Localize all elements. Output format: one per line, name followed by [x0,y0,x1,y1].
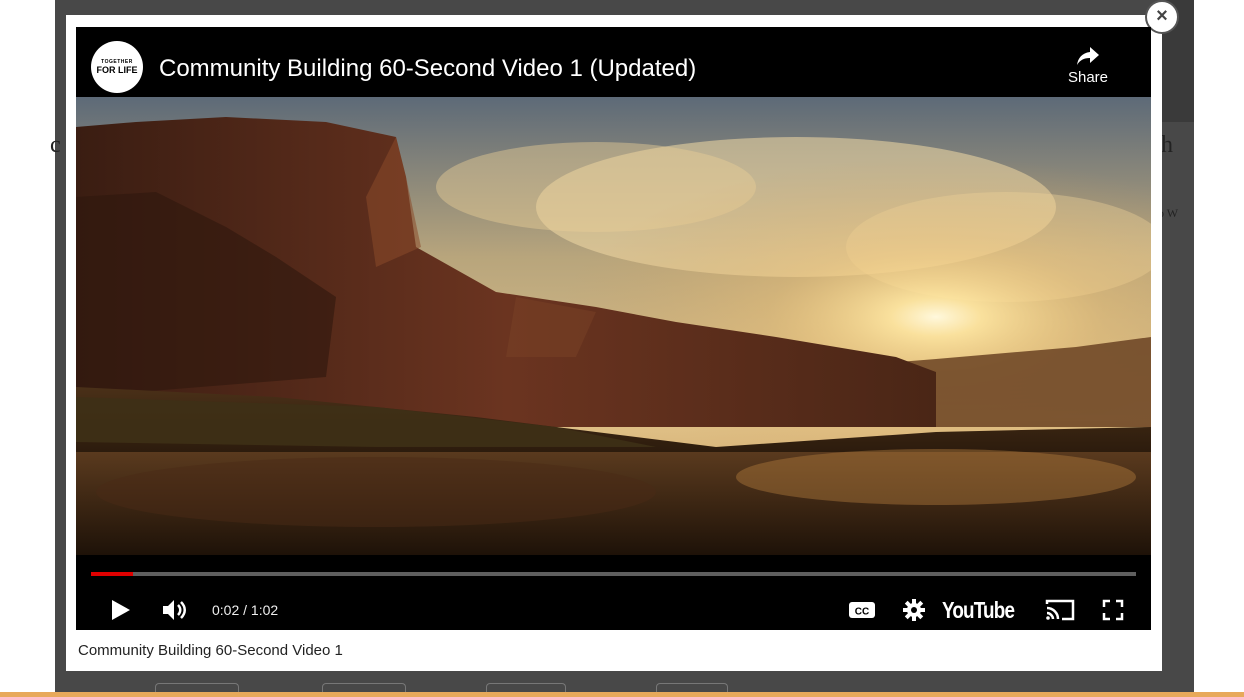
background-text-fragment: c [50,132,61,158]
channel-logo-line2: FOR LIFE [96,64,138,75]
fullscreen-icon [1102,599,1124,621]
play-button[interactable] [110,595,132,625]
share-button[interactable]: Share [1063,47,1113,86]
cast-icon [1045,599,1075,621]
youtube-logo-link[interactable]: YouTube [942,595,1015,625]
video-frame[interactable] [76,97,1151,555]
captions-button[interactable]: CC [848,595,876,625]
volume-icon [163,600,186,620]
channel-avatar[interactable]: TOGETHER FOR LIFE [91,41,143,93]
fullscreen-button[interactable] [1101,595,1125,625]
volume-button[interactable] [161,595,189,625]
player-title-bar: TOGETHER FOR LIFE Community Building 60-… [76,27,1151,97]
settings-button[interactable] [902,595,926,625]
background-text-fragment: h [1161,132,1173,158]
gear-icon [903,599,925,621]
closed-captions-icon: CC [849,602,875,618]
play-icon [112,600,130,620]
background-bottom-accent [0,692,1244,697]
share-arrow-icon [1077,47,1099,65]
progress-bar[interactable] [91,572,1136,576]
player-controls: 0:02 / 1:02 CC YouTube [76,555,1151,630]
video-scene-image [76,97,1151,555]
video-caption: Community Building 60-Second Video 1 [78,642,343,659]
video-title[interactable]: Community Building 60-Second Video 1 (Up… [159,55,696,83]
share-label: Share [1067,69,1109,86]
cc-label: CC [855,607,869,618]
video-lightbox: TOGETHER FOR LIFE Community Building 60-… [66,15,1162,671]
close-icon: × [1156,5,1168,27]
cast-button[interactable] [1045,595,1075,625]
channel-logo-line1: TOGETHER [101,58,133,65]
time-display: 0:02 / 1:02 [212,602,279,618]
progress-fill [91,572,133,576]
video-player[interactable]: TOGETHER FOR LIFE Community Building 60-… [76,27,1151,630]
